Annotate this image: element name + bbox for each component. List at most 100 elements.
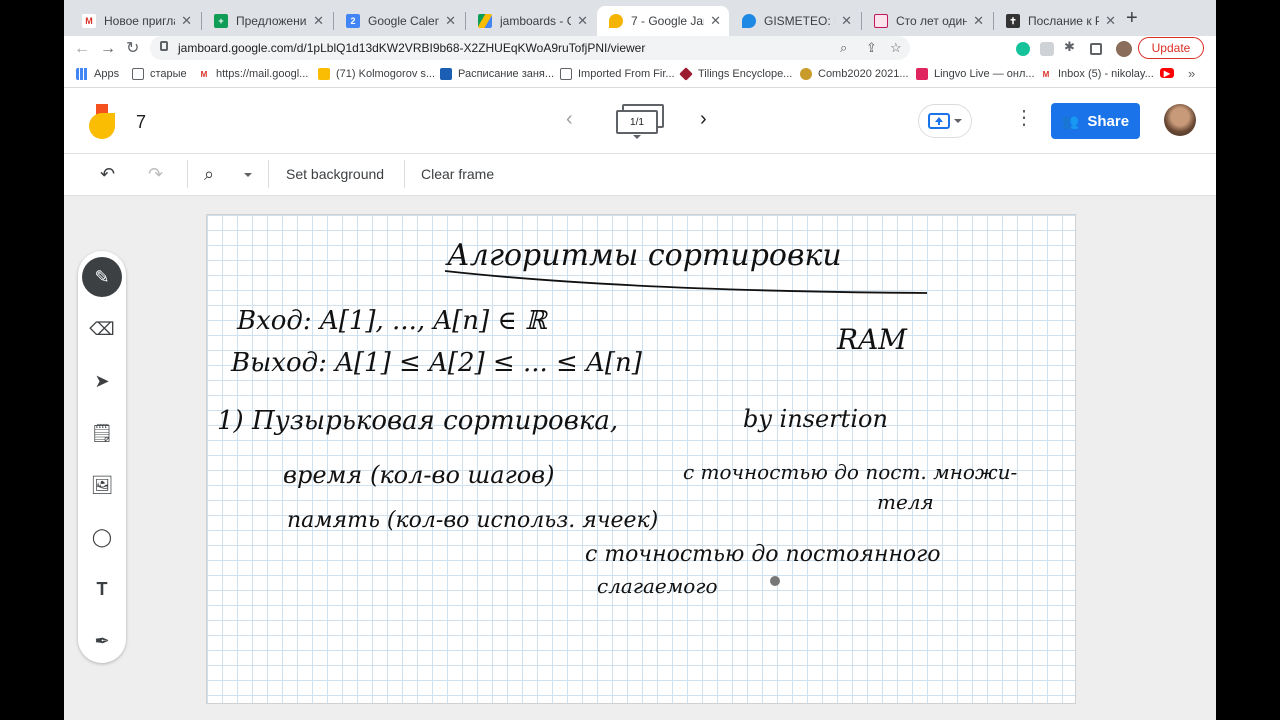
youtube-icon: ▶ [1160, 68, 1174, 78]
caret-down-icon [954, 119, 962, 123]
chevron-left-icon[interactable]: ‹ [566, 108, 573, 131]
more-vert-icon[interactable]: ⋮ [1014, 108, 1034, 128]
ink-precision-const: с точностью до постоянного [585, 542, 941, 567]
forward-arrow-icon[interactable]: → [100, 39, 116, 59]
people-icon [318, 68, 330, 80]
update-button[interactable]: Update [1138, 37, 1204, 59]
browser-tab-bible[interactable]: ✝ Послание к Рим ✕ [994, 6, 1124, 36]
jamboard-frame[interactable]: Алгоритмы сортировки Вход: A[1], ..., A[… [206, 214, 1076, 704]
chevron-down-icon [633, 135, 641, 139]
set-background-button[interactable]: Set background [286, 166, 384, 182]
close-icon[interactable]: ✕ [841, 13, 852, 29]
gmail-icon: M [82, 14, 96, 28]
bookmark-label: Inbox (5) - nikolay... [1058, 68, 1154, 80]
canvas-area: Алгоритмы сортировки Вход: A[1], ..., A[… [64, 196, 1216, 720]
bookmark-label: Расписание заня... [458, 68, 555, 80]
image-tool[interactable]: 🖼 [82, 465, 122, 505]
back-arrow-icon[interactable]: ← [74, 39, 90, 59]
puzzle-icon[interactable]: ✱ [1064, 39, 1078, 54]
ink-time: время (кол-во шагов) [283, 461, 555, 489]
edit-toolbar: ↶ ↷ ⌕ Set background Clear frame [64, 154, 1216, 196]
lock-icon [160, 41, 168, 51]
bookmark-folder-old[interactable]: старые [132, 68, 187, 80]
browser-tab-gismeteo[interactable]: GISMETEO: Пого ✕ [730, 6, 860, 36]
eraser-tool[interactable]: ⌫ [82, 309, 122, 349]
bookmark-schedule[interactable]: Расписание заня... [440, 68, 554, 80]
zoom-icon[interactable]: ⌕ [204, 164, 214, 184]
folder-icon [132, 68, 144, 80]
lingvo-icon [916, 68, 928, 80]
bookmark-lingvo[interactable]: Lingvo Live — онл... [916, 68, 1035, 80]
bookmark-kolmogorov[interactable]: (71) Kolmogorov s... [318, 68, 435, 80]
comb-icon [800, 68, 812, 80]
ink-by-insertion: by insertion [743, 405, 888, 433]
bookmarks-bar: Apps старые M https://mail.googl... (71)… [64, 62, 1216, 88]
bookmark-label: Lingvo Live — онл... [934, 68, 1035, 80]
browser-tab-drive[interactable]: jamboards - Goo ✕ [466, 6, 596, 36]
cast-button[interactable] [918, 104, 972, 138]
pen-tool[interactable]: ✎ [82, 257, 122, 297]
close-icon[interactable]: ✕ [181, 13, 192, 29]
tab-strip: M Новое приглаше ✕ + Предложения PC ✕ 2 … [64, 0, 1216, 36]
address-bar[interactable]: jamboard.google.com/d/1pLblQ1d13dKW2VRBI… [150, 36, 910, 60]
undo-icon[interactable]: ↶ [100, 164, 115, 184]
circle-shape-tool[interactable]: ◯ [82, 517, 122, 557]
extension-icon[interactable] [1040, 42, 1054, 56]
close-icon[interactable]: ✕ [1105, 13, 1116, 29]
avatar[interactable] [1164, 104, 1196, 136]
redo-icon[interactable]: ↷ [148, 164, 163, 184]
update-label: Update [1151, 41, 1191, 55]
browser-tab-sheets[interactable]: + Предложения PC ✕ [202, 6, 332, 36]
apps-icon [76, 68, 88, 80]
clear-frame-button[interactable]: Clear frame [421, 166, 494, 182]
sidepanel-icon[interactable] [1090, 43, 1102, 55]
text-box-tool[interactable]: T [82, 569, 122, 609]
share-button[interactable]: 👥 Share [1051, 103, 1140, 139]
browser-tab-book[interactable]: Сто лет одиноче ✕ [862, 6, 992, 36]
close-icon[interactable]: ✕ [973, 13, 984, 29]
bookmark-label: Imported From Fir... [578, 68, 675, 80]
grammarly-icon[interactable] [1016, 42, 1030, 56]
frame-count: 1/1 [630, 116, 644, 128]
caret-down-icon[interactable] [244, 173, 252, 177]
browser-tab-jamboard[interactable]: 7 - Google Jamb ✕ [597, 6, 729, 36]
schedule-icon [440, 68, 452, 80]
jam-title[interactable]: 7 [136, 112, 146, 133]
ink-memory: память (кол-во использ. ячеек) [287, 508, 658, 533]
people-icon: 👥 [1061, 112, 1080, 129]
ink-bubble-sort: 1) Пузырьковая сортировка, [217, 406, 618, 436]
zoom-icon[interactable]: ⌕ [840, 40, 847, 56]
sheets-icon: + [214, 14, 228, 28]
close-icon[interactable]: ✕ [577, 13, 588, 29]
reload-icon[interactable]: ↻ [126, 39, 139, 59]
laser-tool[interactable]: ✒ [82, 621, 122, 661]
bookmark-youtube[interactable]: ▶ [1160, 68, 1180, 78]
browser-tab-calendar[interactable]: 2 Google Calendar ✕ [334, 6, 464, 36]
sticky-note-tool[interactable]: 🗒 [82, 413, 122, 453]
chevron-right-icon[interactable]: › [700, 108, 707, 131]
bookmark-apps[interactable]: Apps [76, 68, 119, 80]
share-page-icon[interactable]: ⇪ [866, 40, 877, 56]
jamboard-header: 7 ‹ 1/1 › ⋮ 👥 Share [64, 88, 1216, 154]
close-icon[interactable]: ✕ [313, 13, 324, 29]
frame-indicator[interactable]: 1/1 [616, 104, 664, 139]
bookmark-imported[interactable]: Imported From Fir... [560, 68, 675, 80]
select-tool[interactable]: ➤ [82, 361, 122, 401]
bookmark-star-icon[interactable]: ☆ [890, 40, 902, 56]
bookmark-tilings[interactable]: Tilings Encyclope... [679, 67, 792, 81]
browser-tab-gmail[interactable]: M Новое приглаше ✕ [70, 6, 200, 36]
tool-palette: ✎ ⌫ ➤ 🗒 🖼 ◯ T ✒ [78, 251, 126, 663]
bookmark-label: Apps [94, 68, 120, 80]
title-underline [444, 270, 928, 294]
tab-title: Новое приглаше [104, 14, 175, 28]
close-icon[interactable]: ✕ [710, 13, 721, 29]
bookmark-comb2020[interactable]: Comb2020 2021... [800, 68, 909, 80]
new-tab-button[interactable]: + [1126, 8, 1138, 28]
close-icon[interactable]: ✕ [445, 13, 456, 29]
bookmark-inbox[interactable]: M Inbox (5) - nikolay... [1040, 68, 1154, 80]
ink-summand: слагаемого [597, 574, 718, 598]
chevron-double-right-icon[interactable]: » [1188, 66, 1195, 81]
bookmark-mail[interactable]: M https://mail.googl... [198, 68, 309, 80]
bookmark-label: (71) Kolmogorov s... [336, 68, 436, 80]
profile-avatar[interactable] [1116, 41, 1132, 57]
